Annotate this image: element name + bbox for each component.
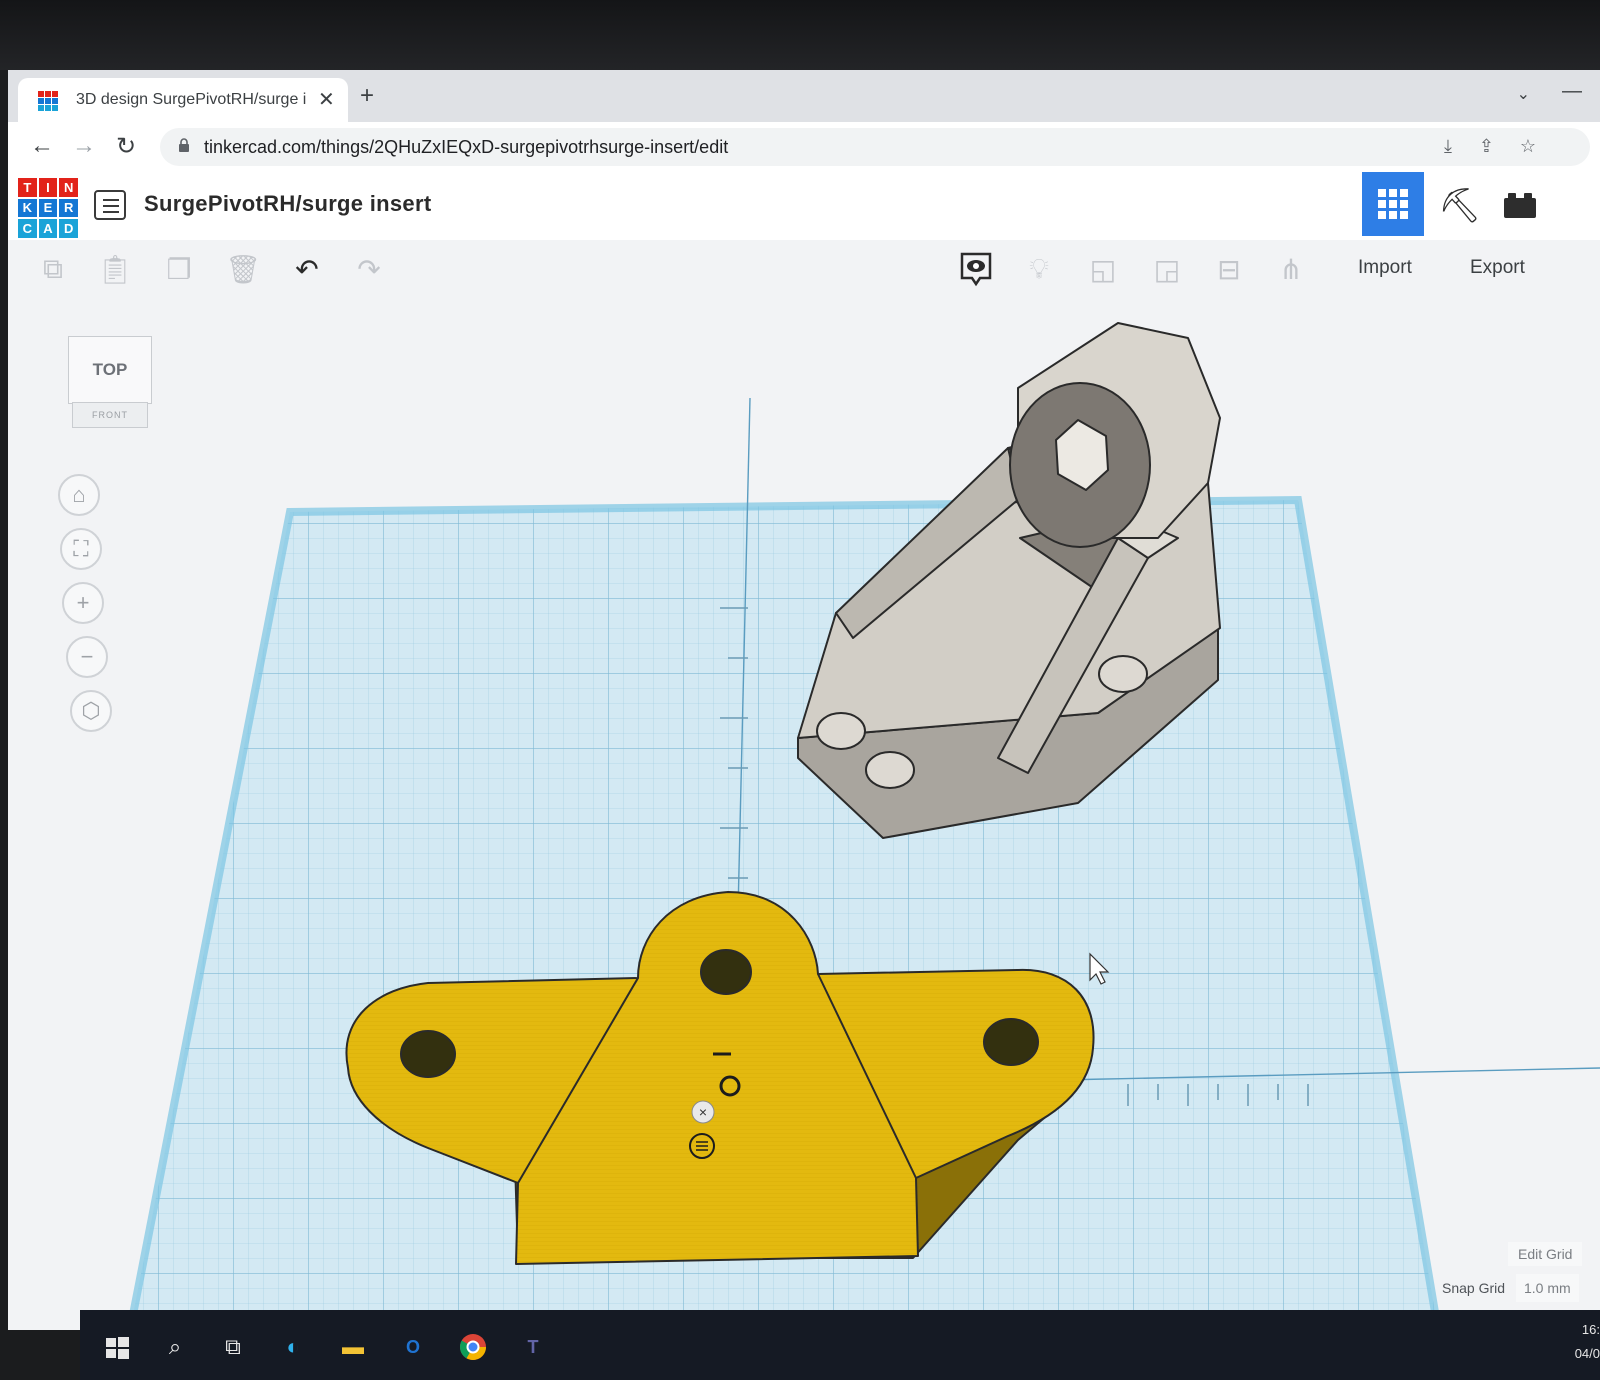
workplane-viewport[interactable]: × TOP FRONT ⌂ ⛶ + − ⬡ Edit Grid Snap Gri… — [8, 298, 1600, 1330]
logo-letter: N — [59, 178, 78, 197]
chrome-browser-icon[interactable] — [458, 1332, 488, 1362]
install-icon[interactable]: ⤓ — [1444, 136, 1452, 157]
tab-title: 3D design SurgePivotRH/surge insert — [76, 91, 306, 108]
edge-browser-icon[interactable]: ◐ — [278, 1332, 308, 1362]
view-cube-top[interactable]: TOP — [68, 336, 152, 404]
grid-icon — [1378, 189, 1408, 219]
3d-design-view-button[interactable] — [1362, 172, 1424, 236]
outlook-icon[interactable]: O — [398, 1332, 428, 1362]
browser-tab[interactable]: 3D design SurgePivotRH/surge insert ✕ — [18, 78, 348, 122]
design-list-icon[interactable] — [94, 190, 126, 220]
logo-letter: A — [38, 219, 58, 238]
logo-letter: I — [38, 178, 58, 197]
align-icon[interactable]: ⊟ — [1212, 252, 1246, 286]
url-field[interactable]: tinkercad.com/things/2QHuZxIEQxD-surgepi… — [160, 128, 1590, 166]
search-icon[interactable]: ⌕ — [160, 1332, 190, 1362]
logo-letter: D — [59, 219, 78, 238]
snap-grid-select[interactable]: 1.0 mm — [1516, 1274, 1579, 1302]
tinkercad-logo[interactable]: T I N K E R C A D — [18, 178, 78, 238]
file-explorer-icon[interactable]: ▬ — [338, 1332, 368, 1362]
logo-letter: E — [38, 198, 58, 218]
windows-taskbar: ⌕ ⧉ ◐ ▬ O T 16: 04/0 — [80, 1310, 1600, 1380]
home-view-icon[interactable]: ⌂ — [58, 474, 100, 516]
ungroup-icon[interactable]: ◲ — [1150, 252, 1184, 286]
edit-toolbar: ⧉ 📋︎ ❐ 🗑︎ ↶ ↷ 💡︎ ◱ ◲ ⊟ ⋔ Import Export — [8, 240, 1600, 298]
show-all-icon[interactable] — [958, 250, 994, 288]
design-title[interactable]: SurgePivotRH/surge insert — [144, 191, 431, 217]
3d-scene[interactable]: × — [8, 298, 1600, 1330]
minimize-icon[interactable]: — — [1562, 80, 1582, 103]
import-button[interactable]: Import — [1358, 257, 1412, 279]
lightbulb-icon[interactable]: 💡︎ — [1022, 252, 1056, 286]
edit-grid-button[interactable]: Edit Grid — [1508, 1242, 1583, 1266]
svg-text:×: × — [699, 1104, 707, 1120]
bookmark-star-icon[interactable]: ☆ — [1520, 136, 1536, 157]
paste-icon[interactable]: 📋︎ — [97, 252, 133, 286]
tab-strip: 3D design SurgePivotRH/surge insert ✕ + … — [8, 70, 1600, 122]
fit-view-icon[interactable]: ⛶ — [60, 528, 102, 570]
system-clock[interactable]: 16: 04/0 — [1575, 1318, 1600, 1366]
app-header: T I N K E R C A D SurgePivotRH/surge ins… — [8, 172, 1600, 241]
teams-icon[interactable]: T — [518, 1332, 548, 1362]
tinkercad-favicon-icon — [38, 91, 58, 111]
copy-icon[interactable]: ⧉ — [36, 252, 70, 286]
task-view-icon[interactable]: ⧉ — [218, 1332, 248, 1362]
forward-arrow-icon[interactable]: → — [72, 132, 96, 160]
mirror-icon[interactable]: ⋔ — [1274, 252, 1308, 286]
back-arrow-icon[interactable]: ← — [30, 132, 54, 160]
address-bar: ← → ↻ tinkercad.com/things/2QHuZxIEQxD-s… — [8, 122, 1600, 173]
logo-letter: K — [18, 198, 37, 218]
trash-icon[interactable]: 🗑︎ — [225, 252, 261, 286]
undo-icon[interactable]: ↶ — [290, 252, 324, 286]
logo-letter: R — [59, 198, 78, 218]
share-icon[interactable]: ⇪ — [1479, 136, 1494, 157]
reload-icon[interactable]: ↻ — [116, 132, 136, 161]
clock-date: 04/0 — [1574, 1346, 1600, 1361]
duplicate-icon[interactable]: ❐ — [162, 252, 196, 286]
zoom-in-icon[interactable]: + — [62, 582, 104, 624]
clock-time: 16: — [1581, 1322, 1600, 1337]
zoom-out-icon[interactable]: − — [66, 636, 108, 678]
logo-letter: C — [18, 219, 37, 238]
view-cube[interactable]: TOP FRONT — [68, 336, 152, 432]
bricks-icon[interactable] — [1502, 190, 1538, 220]
redo-icon[interactable]: ↷ — [352, 252, 386, 286]
new-tab-button[interactable]: + — [360, 82, 374, 110]
group-icon[interactable]: ◱ — [1086, 252, 1120, 286]
lock-icon — [179, 138, 189, 152]
screen: 3D design SurgePivotRH/surge insert ✕ + … — [8, 70, 1600, 1330]
export-button[interactable]: Export — [1470, 257, 1525, 279]
close-icon[interactable]: ✕ — [318, 87, 335, 112]
pickaxe-icon[interactable]: ⛏ — [1438, 186, 1481, 226]
view-cube-front[interactable]: FRONT — [72, 402, 148, 428]
chevron-down-icon[interactable]: ⌄ — [1517, 84, 1530, 104]
url-text: tinkercad.com/things/2QHuZxIEQxD-surgepi… — [204, 137, 729, 157]
logo-letter: T — [18, 178, 37, 197]
windows-start-icon[interactable] — [102, 1332, 132, 1362]
snap-grid-label: Snap Grid — [1442, 1280, 1506, 1296]
perspective-icon[interactable]: ⬡ — [70, 690, 112, 732]
monitor-bezel — [0, 0, 1600, 70]
